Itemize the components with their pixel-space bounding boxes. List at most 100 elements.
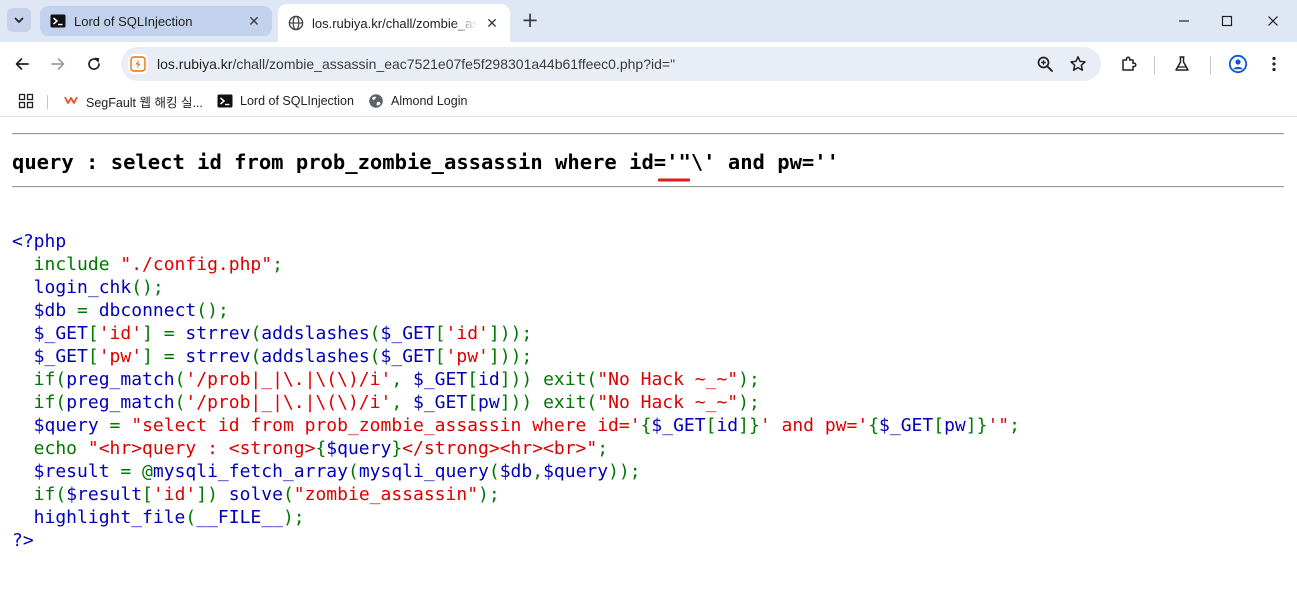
horizontal-rule xyxy=(12,186,1284,188)
avatar-icon xyxy=(1228,54,1248,74)
code-token: 'id' xyxy=(98,323,143,344)
zoom-button[interactable] xyxy=(1033,52,1057,76)
star-icon xyxy=(1070,56,1086,71)
code-token: ])); xyxy=(488,323,533,344)
bookmarks-bar: SegFault 웹 해킹 실... Lord of SQLInjection … xyxy=(0,86,1297,116)
code-token: login_chk xyxy=(12,277,132,298)
code-token: pw xyxy=(478,392,500,413)
bookmark-segfault[interactable]: SegFault 웹 해킹 실... xyxy=(63,92,203,110)
code-token: preg_match xyxy=(66,392,175,413)
code-token: = xyxy=(109,415,132,436)
reload-icon xyxy=(88,57,100,70)
code-line: $result = @mysqli_fetch_array(mysqli_que… xyxy=(12,460,1020,483)
profile-button[interactable] xyxy=(1224,50,1252,78)
code-token: $_GET xyxy=(12,346,88,367)
code-token: $db xyxy=(12,300,78,321)
forward-button[interactable] xyxy=(44,50,72,78)
code-token: 'pw' xyxy=(445,346,489,367)
code-token: [ xyxy=(467,369,479,390)
minimize-icon xyxy=(1179,20,1189,22)
code-token: mysqli_fetch_array xyxy=(152,461,348,482)
tab-title: los.rubiya.kr/chall/zombie_assassin_eac7… xyxy=(312,15,477,31)
bookmark-star-button[interactable] xyxy=(1066,52,1090,76)
code-token: "./config.php" xyxy=(120,254,273,275)
code-token: $_GET xyxy=(413,369,468,390)
code-token: '/prob|_|\.|\(\)/i' xyxy=(185,369,392,390)
zoom-icon xyxy=(1037,56,1053,72)
code-token: highlight_file xyxy=(12,507,186,528)
close-icon[interactable]: ✕ xyxy=(245,12,263,30)
window-close-button[interactable] xyxy=(1259,7,1287,35)
code-token: mysqli_query xyxy=(358,461,489,482)
code-token: [ xyxy=(434,346,446,367)
apps-button[interactable] xyxy=(18,92,34,110)
flask-icon xyxy=(1175,56,1189,71)
chevron-down-icon xyxy=(14,17,24,23)
code-token: "select id from prob_zombie_assassin whe… xyxy=(131,415,641,436)
horizontal-rule xyxy=(12,133,1284,135)
code-line: highlight_file(__FILE__); xyxy=(12,506,1020,529)
segfault-icon xyxy=(63,93,79,109)
tab-lord-of-sqlinjection[interactable]: Lord of SQLInjection ✕ xyxy=(40,6,272,36)
code-line: $db = dbconnect(); xyxy=(12,299,1020,322)
close-icon[interactable]: ✕ xyxy=(483,14,501,32)
code-token: ; xyxy=(1009,415,1020,436)
minimize-button[interactable] xyxy=(1170,7,1198,35)
code-token: ] = xyxy=(142,323,186,344)
code-token: <?php xyxy=(12,231,67,252)
url-path: /chall/zombie_assassin_eac7521e07fe5f298… xyxy=(232,56,676,72)
code-token: "zombie_assassin" xyxy=(293,484,479,505)
tab-title: Lord of SQLInjection xyxy=(74,13,193,29)
reload-button[interactable] xyxy=(80,50,108,78)
code-token: addslashes xyxy=(261,346,370,367)
code-token: id xyxy=(478,369,500,390)
code-token: $result xyxy=(12,461,121,482)
code-token: = xyxy=(77,300,99,321)
bookmark-almond-login[interactable]: Almond Login xyxy=(368,92,467,110)
code-token: [ xyxy=(87,346,99,367)
maximize-icon xyxy=(1221,15,1233,27)
not-secure-icon xyxy=(130,56,146,72)
code-token: [ xyxy=(705,415,717,436)
site-info-button[interactable] xyxy=(128,54,148,74)
labs-button[interactable] xyxy=(1168,50,1196,78)
code-token: ' and pw=' xyxy=(759,415,869,436)
url-host: los.rubiya.kr xyxy=(157,56,233,72)
bookmark-label: Almond Login xyxy=(391,94,468,108)
maximize-button[interactable] xyxy=(1213,7,1241,35)
code-token: $_GET xyxy=(380,346,435,367)
code-line: <?php xyxy=(12,230,1020,253)
code-token: "No Hack ~_~" xyxy=(597,369,739,390)
code-token: ])) exit( xyxy=(499,392,598,413)
new-tab-button[interactable]: + xyxy=(519,8,541,32)
code-token: $query xyxy=(543,461,609,482)
back-button[interactable] xyxy=(8,50,36,78)
code-token: $query xyxy=(12,415,110,436)
menu-button[interactable] xyxy=(1260,50,1288,78)
code-token: = @ xyxy=(120,461,153,482)
extensions-button[interactable] xyxy=(1115,50,1143,78)
code-token: $_GET xyxy=(879,415,934,436)
close-icon xyxy=(1268,16,1278,26)
browser-toolbar: los.rubiya.kr/chall/zombie_assassin_eac7… xyxy=(0,42,1297,86)
code-token: __FILE__ xyxy=(196,507,283,528)
bookmark-label: SegFault 웹 해킹 실... xyxy=(86,95,203,110)
tab-search-button[interactable] xyxy=(7,8,31,32)
code-token: ]} xyxy=(738,415,760,436)
address-bar[interactable]: los.rubiya.kr/chall/zombie_assassin_eac7… xyxy=(121,47,1101,81)
red-underline-annotation xyxy=(658,178,690,182)
bookmark-lord-of-sqlinjection[interactable]: Lord of SQLInjection xyxy=(217,92,354,110)
code-token: ( xyxy=(174,392,186,413)
code-line: ?> xyxy=(12,529,1020,552)
terminal-icon xyxy=(217,93,233,109)
code-token: ( xyxy=(185,507,197,528)
arrow-left-icon xyxy=(15,58,29,70)
code-token: ])) exit( xyxy=(499,369,598,390)
code-token: ])); xyxy=(488,346,533,367)
code-token: if( xyxy=(12,484,67,505)
code-token: preg_match xyxy=(66,369,175,390)
code-token: ?> xyxy=(12,530,34,551)
tab-zombie-assassin[interactable]: los.rubiya.kr/chall/zombie_assassin_eac7… xyxy=(278,4,510,42)
code-line: $query = "select id from prob_zombie_ass… xyxy=(12,414,1020,437)
url-text[interactable]: los.rubiya.kr/chall/zombie_assassin_eac7… xyxy=(157,56,675,72)
